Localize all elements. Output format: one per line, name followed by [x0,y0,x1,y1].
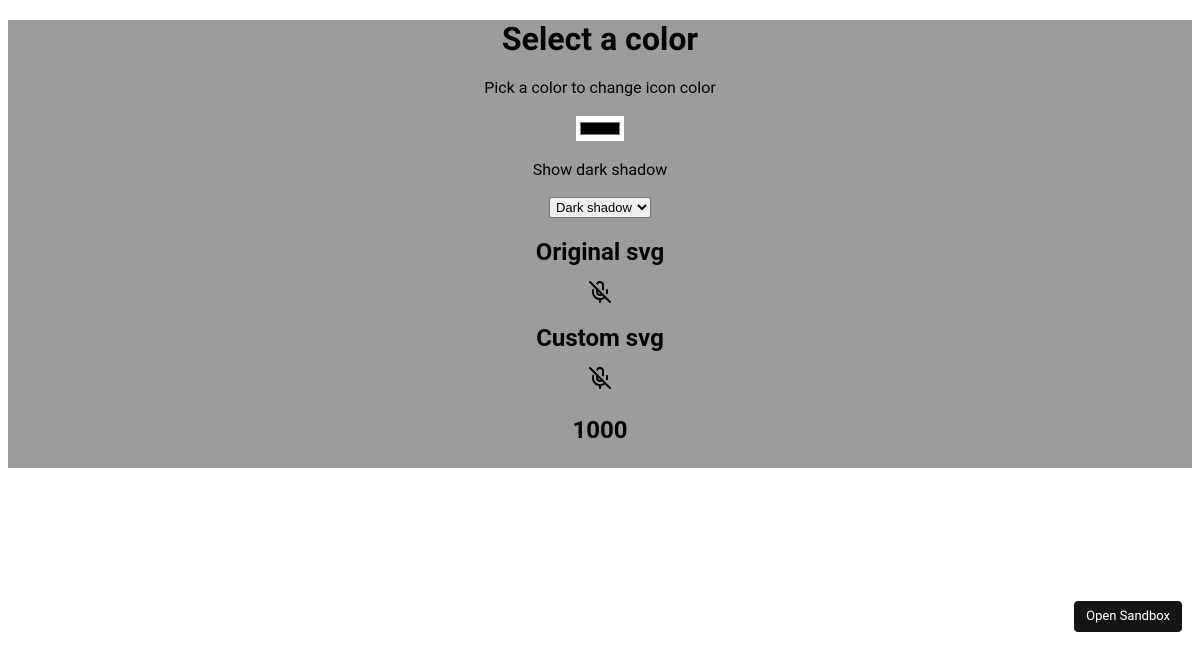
mic-off-icon [588,280,612,304]
color-picker[interactable] [575,115,625,142]
page-title: Select a color [502,20,698,58]
page-subtitle: Pick a color to change icon color [484,78,715,97]
custom-svg-heading: Custom svg [536,324,664,352]
open-sandbox-button[interactable]: Open Sandbox [1074,601,1182,632]
original-svg-heading: Original svg [536,238,664,266]
number-display: 1000 [572,416,627,444]
main-panel: Select a color Pick a color to change ic… [8,20,1192,468]
original-svg-icon-holder [588,280,612,304]
mic-off-icon [588,366,612,390]
shadow-label: Show dark shadow [533,160,668,179]
shadow-select[interactable]: Dark shadow [549,197,651,218]
color-input-wrapper [575,115,625,142]
custom-svg-icon-holder [588,366,612,390]
